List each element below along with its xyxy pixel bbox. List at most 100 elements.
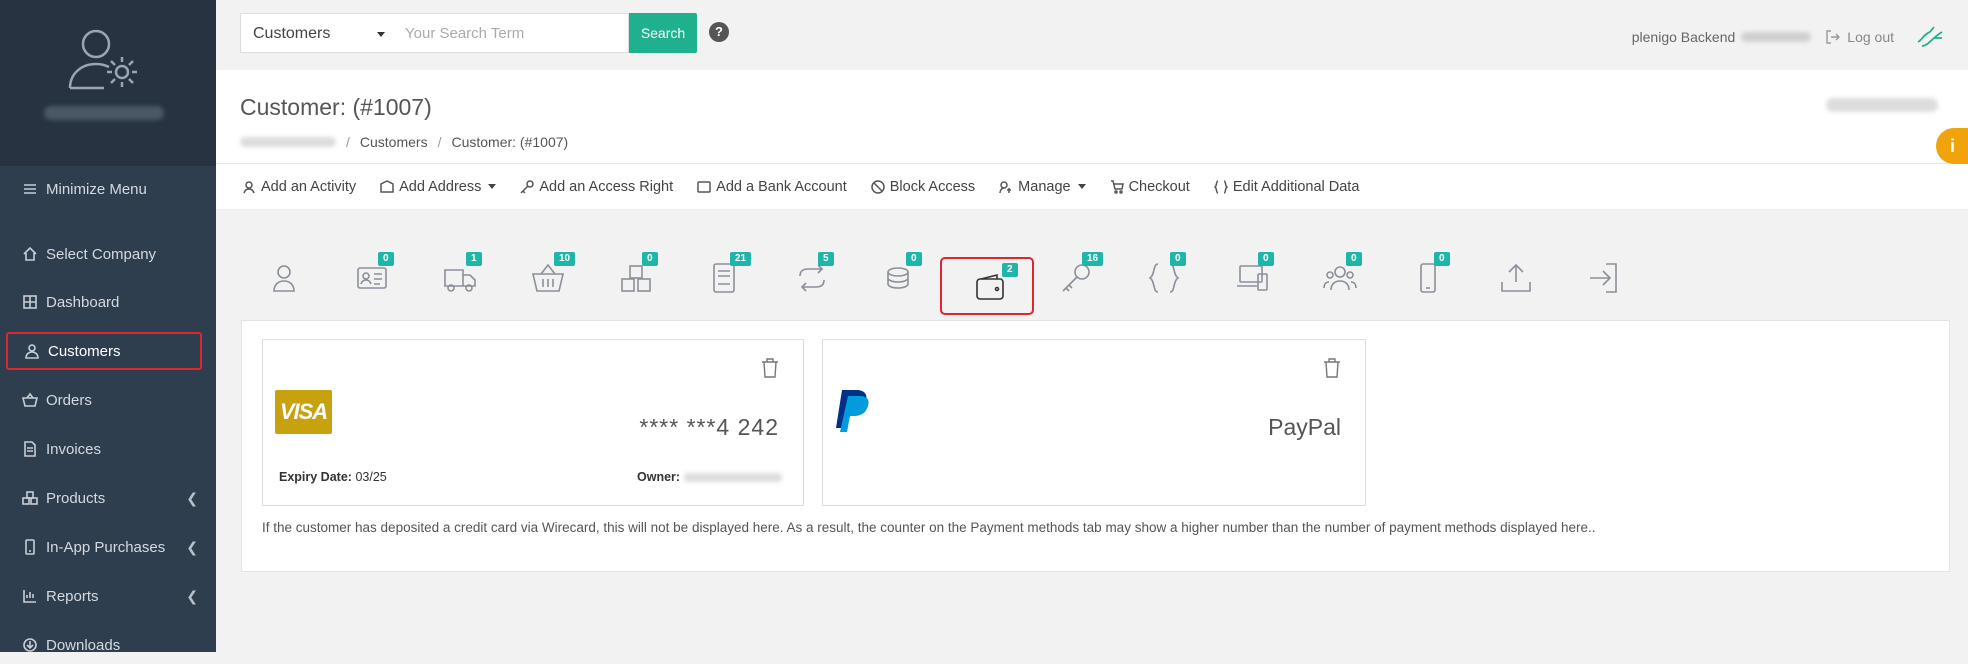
add-bank-account-button[interactable]: Add a Bank Account bbox=[697, 179, 847, 195]
tab-orders[interactable]: 10 bbox=[524, 252, 576, 296]
add-activity-button[interactable]: Add an Activity bbox=[242, 179, 356, 195]
sidebar-item-downloads[interactable]: Downloads bbox=[6, 626, 202, 664]
tab-badge: 0 bbox=[1258, 252, 1274, 266]
activity-icon bbox=[243, 180, 255, 193]
breadcrumb-customers[interactable]: Customers bbox=[360, 134, 428, 150]
checkout-button[interactable]: Checkout bbox=[1110, 179, 1190, 195]
sidebar-item-label: In-App Purchases bbox=[46, 538, 166, 556]
expiry-label: Expiry Date: bbox=[279, 470, 352, 484]
basket-icon bbox=[22, 392, 38, 407]
sidebar-item-label: Reports bbox=[46, 587, 99, 605]
tab-additional-data[interactable]: 0 bbox=[1140, 252, 1188, 296]
tab-coins[interactable]: 0 bbox=[876, 252, 924, 296]
tab-delivery[interactable]: 1 bbox=[436, 252, 484, 296]
search-type-select[interactable]: Customers bbox=[240, 13, 394, 53]
sidebar: Minimize Menu Select Company Dashboard C… bbox=[0, 0, 216, 654]
chart-icon bbox=[23, 590, 36, 603]
tab-badge: 1 bbox=[466, 252, 482, 266]
user-settings-icon bbox=[68, 29, 137, 90]
action-label: Add Address bbox=[399, 178, 482, 195]
logout-icon bbox=[1826, 30, 1841, 44]
card-owner: Owner: bbox=[637, 470, 783, 484]
delete-paypal-button[interactable] bbox=[1323, 358, 1341, 378]
tab-badge: 10 bbox=[554, 252, 576, 266]
phone-icon bbox=[25, 539, 35, 555]
expiry-value: 03/25 bbox=[355, 470, 387, 484]
action-label: Block Access bbox=[889, 178, 976, 195]
expiry-date: Expiry Date: 03/25 bbox=[279, 470, 387, 484]
logout-link[interactable]: Log out bbox=[1825, 29, 1894, 45]
user-area: plenigo Backend Log out bbox=[1632, 24, 1946, 50]
visa-card: VISA **** ***4 242 Expiry Date: 03/25 Ow… bbox=[262, 339, 804, 506]
breadcrumb-company[interactable] bbox=[240, 137, 336, 147]
sidebar-item-label: Orders bbox=[46, 391, 92, 409]
tab-upload[interactable] bbox=[1492, 256, 1540, 296]
sidebar-item-reports[interactable]: Reports ❮ bbox=[6, 577, 202, 615]
tab-invoices[interactable]: 21 bbox=[700, 252, 752, 296]
info-tab[interactable]: i bbox=[1936, 128, 1968, 164]
sidebar-item-label: Dashboard bbox=[46, 293, 120, 311]
sidebar-item-customers[interactable]: Customers bbox=[6, 332, 202, 370]
sidebar-item-minimize-menu[interactable]: Minimize Menu bbox=[6, 170, 202, 208]
visa-logo: VISA bbox=[275, 390, 332, 434]
action-label: Add a Bank Account bbox=[716, 178, 847, 195]
sidebar-item-select-company[interactable]: Select Company bbox=[6, 235, 202, 273]
tab-users[interactable]: 0 bbox=[1316, 252, 1364, 296]
action-label: Checkout bbox=[1128, 178, 1190, 195]
action-label: Add an Activity bbox=[261, 178, 357, 195]
action-label: Add an Access Right bbox=[539, 178, 674, 195]
grid-icon bbox=[23, 295, 37, 309]
manage-icon bbox=[999, 180, 1012, 193]
sidebar-item-invoices[interactable]: Invoices bbox=[6, 430, 202, 468]
action-label: Manage bbox=[1018, 178, 1071, 195]
tab-profile[interactable] bbox=[260, 256, 308, 296]
payment-methods-note: If the customer has deposited a credit c… bbox=[262, 520, 1596, 535]
breadcrumb-current: Customer: (#1007) bbox=[451, 134, 569, 150]
edit-additional-data-button[interactable]: Edit Additional Data bbox=[1213, 179, 1359, 195]
search-input[interactable]: Your Search Term bbox=[393, 13, 629, 53]
caret-down-icon bbox=[488, 184, 497, 189]
tab-app[interactable]: 0 bbox=[1404, 252, 1452, 296]
address-icon bbox=[380, 179, 394, 193]
paypal-card: PayPal bbox=[822, 339, 1366, 506]
home-icon bbox=[23, 246, 37, 261]
sidebar-item-in-app-purchases[interactable]: In-App Purchases ❮ bbox=[6, 528, 202, 566]
upload-icon bbox=[1501, 263, 1531, 292]
manage-button[interactable]: Manage bbox=[999, 178, 1086, 195]
tab-payment-methods[interactable]: 2 bbox=[940, 257, 1034, 315]
paypal-logo-icon bbox=[836, 390, 869, 432]
owner-value bbox=[684, 472, 783, 482]
tab-id-card[interactable]: 0 bbox=[348, 252, 396, 296]
paypal-name: PayPal bbox=[1268, 414, 1341, 440]
tab-devices[interactable]: 0 bbox=[1228, 252, 1276, 296]
add-address-button[interactable]: Add Address bbox=[380, 178, 497, 195]
help-icon[interactable]: ? bbox=[709, 22, 729, 42]
header-customer-name bbox=[1826, 98, 1938, 112]
sidebar-item-label: Customers bbox=[48, 342, 121, 360]
trash-icon bbox=[762, 358, 778, 378]
search-button[interactable]: Search bbox=[629, 13, 697, 53]
sidebar-item-orders[interactable]: Orders bbox=[6, 381, 202, 419]
sidebar-item-dashboard[interactable]: Dashboard bbox=[6, 283, 202, 321]
login-icon bbox=[1590, 263, 1617, 293]
owner-label: Owner: bbox=[637, 470, 681, 484]
add-access-right-button[interactable]: Add an Access Right bbox=[520, 179, 673, 195]
sidebar-item-label: Minimize Menu bbox=[46, 180, 147, 198]
block-icon bbox=[871, 179, 885, 194]
tab-products[interactable]: 0 bbox=[612, 252, 660, 296]
tab-access-rights[interactable]: 16 bbox=[1052, 252, 1104, 296]
backend-label: plenigo Backend bbox=[1631, 29, 1736, 45]
page-header: Customer: (#1007) / Customers / Customer… bbox=[216, 70, 1968, 164]
key-icon bbox=[520, 179, 535, 194]
block-access-button[interactable]: Block Access bbox=[871, 179, 975, 195]
tab-badge: 5 bbox=[818, 252, 834, 266]
caret-down-icon bbox=[377, 32, 385, 37]
braces-icon bbox=[1213, 179, 1228, 194]
search-type-value: Customers bbox=[253, 25, 331, 42]
sidebar-item-products[interactable]: Products ❮ bbox=[6, 479, 202, 517]
tab-subscriptions[interactable]: 5 bbox=[788, 252, 836, 296]
tab-login[interactable] bbox=[1580, 256, 1628, 296]
topbar: Customers Your Search Term Search ? plen… bbox=[216, 0, 1968, 70]
sidebar-item-label: Downloads bbox=[46, 636, 121, 654]
delete-visa-button[interactable] bbox=[761, 358, 779, 378]
